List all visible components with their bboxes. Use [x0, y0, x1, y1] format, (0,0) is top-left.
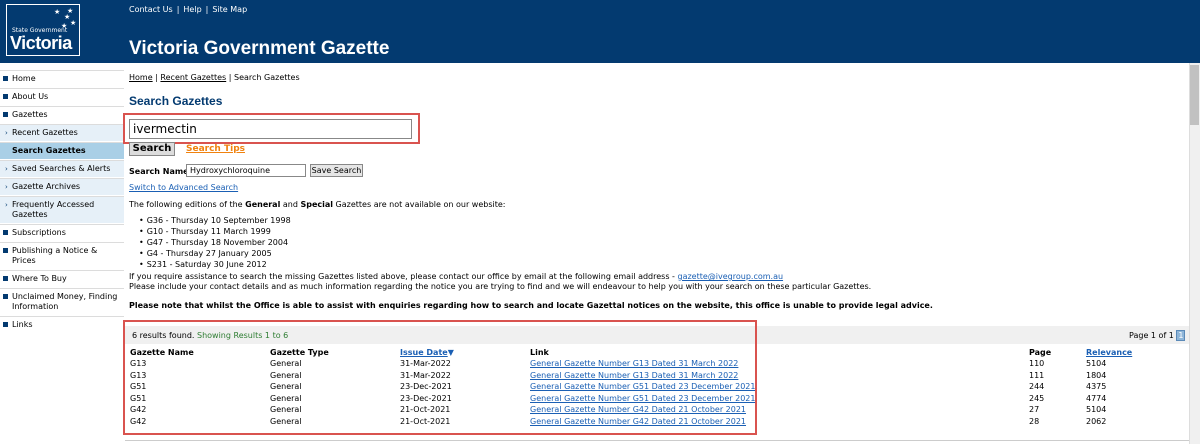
sidebar-item-recent-gazettes[interactable]: › Recent Gazettes — [0, 124, 124, 142]
legal-note: Please note that whilst the Office is ab… — [129, 301, 933, 310]
list-item: G47 - Thursday 18 November 2004 — [139, 237, 291, 248]
square-bullet-icon — [3, 248, 8, 253]
divider — [125, 440, 1189, 441]
victoria-logo[interactable]: ★ ★ ★ ★ ★ State Government Victoria — [6, 4, 80, 56]
breadcrumb-current: Search Gazettes — [234, 73, 300, 82]
column-page: Page — [1029, 347, 1052, 357]
assist-text-2: Please include your contact details and … — [129, 282, 872, 291]
list-item: S231 - Saturday 30 June 2012 — [139, 259, 291, 270]
sidebar-item-search-gazettes[interactable]: Search Gazettes — [0, 142, 124, 160]
results-highlight-box — [123, 320, 757, 435]
search-name-label: Search Name: — [129, 167, 192, 176]
search-button[interactable]: Search — [129, 142, 175, 156]
list-item: G4 - Thursday 27 January 2005 — [139, 248, 291, 259]
sidebar-item-where-to-buy[interactable]: Where To Buy — [0, 270, 124, 288]
email-link[interactable]: gazette@ivegroup.com.au — [677, 272, 783, 281]
missing-editions-list: G36 - Thursday 10 September 1998 G10 - T… — [139, 215, 291, 270]
star-icon: ★ — [67, 7, 74, 15]
breadcrumb-recent-link[interactable]: Recent Gazettes — [160, 73, 226, 82]
square-bullet-icon — [3, 322, 8, 327]
sidebar-item-about-us[interactable]: About Us — [0, 88, 124, 106]
square-bullet-icon — [3, 76, 8, 81]
breadcrumb: Home | Recent Gazettes | Search Gazettes — [129, 73, 300, 82]
assist-text: If you require assistance to search the … — [129, 272, 784, 281]
column-relevance[interactable]: Relevance — [1086, 346, 1146, 358]
logo-main-text: Victoria — [10, 33, 72, 53]
star-icon: ★ — [54, 8, 61, 16]
sidebar-item-gazette-archives[interactable]: › Gazette Archives — [0, 178, 124, 196]
site-title: Victoria Government Gazette — [129, 38, 390, 59]
site-map-link[interactable]: Site Map — [212, 5, 247, 14]
sidebar-item-saved-searches[interactable]: › Saved Searches & Alerts — [0, 160, 124, 178]
search-tips-link[interactable]: Search Tips — [186, 144, 245, 154]
sidebar-item-gazettes[interactable]: Gazettes — [0, 106, 124, 124]
square-bullet-icon — [3, 112, 8, 117]
pager: Page 1 of 1 1 — [1129, 330, 1186, 341]
sidebar-nav: Home About Us Gazettes › Recent Gazettes … — [0, 70, 124, 334]
editions-intro: The following editions of the General an… — [129, 200, 506, 209]
scrollbar-thumb[interactable] — [1190, 65, 1199, 125]
sidebar-item-links[interactable]: Links — [0, 316, 124, 334]
page-title: Search Gazettes — [129, 94, 223, 108]
square-bullet-icon — [3, 230, 8, 235]
chevron-right-icon: › — [5, 165, 8, 173]
square-bullet-icon — [3, 294, 8, 299]
search-name-input[interactable] — [186, 164, 306, 177]
help-link[interactable]: Help — [183, 5, 201, 14]
chevron-right-icon: › — [5, 129, 8, 137]
list-item: G10 - Thursday 11 March 1999 — [139, 226, 291, 237]
sidebar-item-home[interactable]: Home — [0, 70, 124, 88]
site-header: ★ ★ ★ ★ ★ State Government Victoria Cont… — [0, 0, 1200, 63]
square-bullet-icon — [3, 276, 8, 281]
search-input[interactable] — [129, 119, 412, 139]
advanced-search-link[interactable]: Switch to Advanced Search — [129, 183, 238, 192]
save-search-button[interactable]: Save Search — [310, 164, 363, 177]
sidebar-item-subscriptions[interactable]: Subscriptions — [0, 224, 124, 242]
contact-us-link[interactable]: Contact Us — [129, 5, 173, 14]
square-bullet-icon — [3, 94, 8, 99]
pager-page-button[interactable]: 1 — [1176, 330, 1186, 341]
top-links: Contact Us | Help | Site Map — [129, 5, 248, 14]
list-item: G36 - Thursday 10 September 1998 — [139, 215, 291, 226]
sidebar-item-unclaimed-money[interactable]: Unclaimed Money, Finding Information — [0, 288, 124, 316]
chevron-right-icon: › — [5, 201, 8, 209]
sidebar-item-publishing[interactable]: Publishing a Notice & Prices — [0, 242, 124, 270]
star-icon: ★ — [70, 19, 77, 27]
sidebar-item-frequently-accessed[interactable]: › Frequently Accessed Gazettes — [0, 196, 124, 224]
breadcrumb-home-link[interactable]: Home — [129, 73, 153, 82]
main-content: Home | Recent Gazettes | Search Gazettes… — [129, 70, 1189, 108]
chevron-right-icon: › — [5, 183, 8, 191]
